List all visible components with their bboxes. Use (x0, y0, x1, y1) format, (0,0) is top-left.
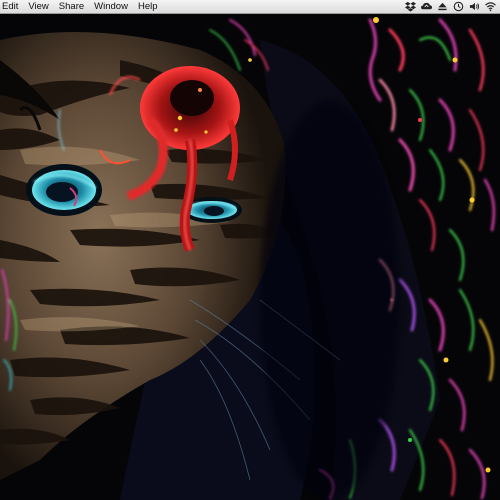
tiger-artwork (0, 14, 500, 500)
dropbox-icon[interactable] (405, 1, 416, 12)
menu-edit[interactable]: Edit (0, 0, 23, 14)
history-icon[interactable] (453, 1, 464, 12)
menu-window[interactable]: Window (89, 0, 133, 14)
menu-view[interactable]: View (23, 0, 53, 14)
drive-sync-icon[interactable] (421, 1, 432, 12)
status-menu-area (405, 0, 500, 13)
eject-icon[interactable] (437, 1, 448, 12)
volume-icon[interactable] (469, 1, 480, 12)
wifi-icon[interactable] (485, 1, 496, 12)
menu-items: Edit View Share Window Help (0, 0, 163, 13)
menu-bar: Edit View Share Window Help (0, 0, 500, 14)
menu-share[interactable]: Share (54, 0, 89, 14)
menu-help[interactable]: Help (133, 0, 163, 14)
desktop-wallpaper (0, 14, 500, 500)
